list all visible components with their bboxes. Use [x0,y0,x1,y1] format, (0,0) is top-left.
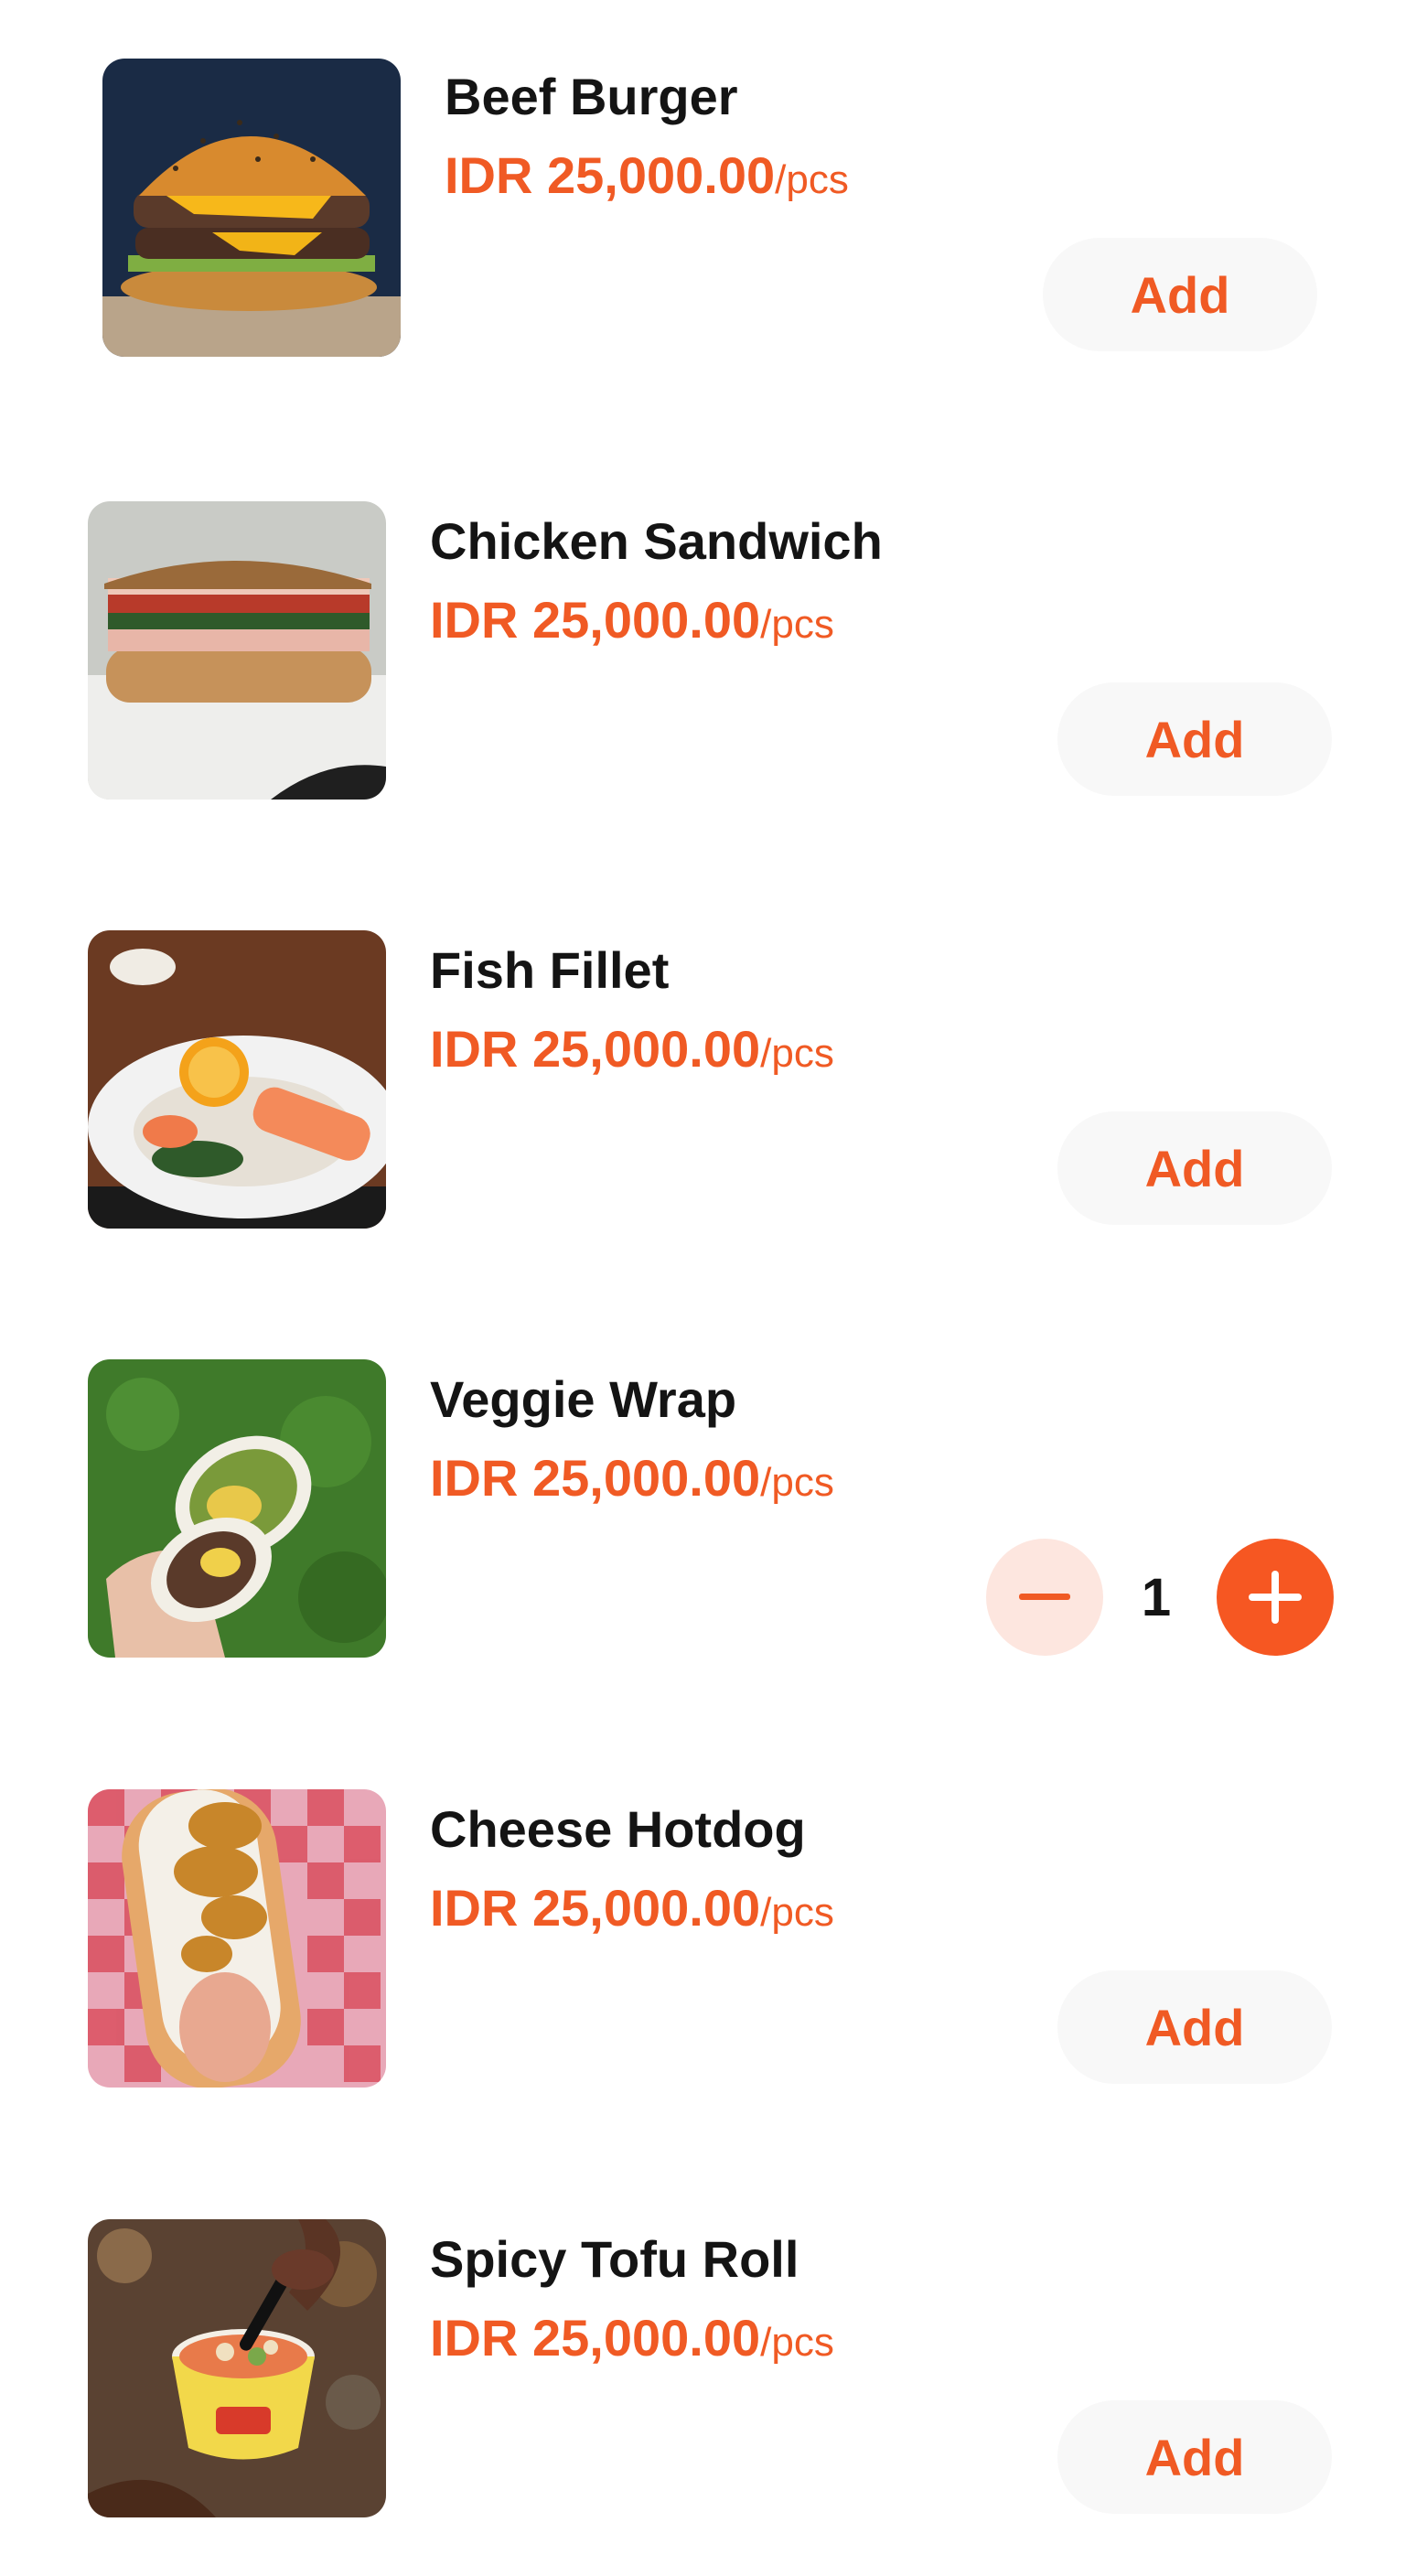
hotdog-image [88,1789,386,2088]
minus-icon [1019,1594,1070,1600]
burger-image [102,59,401,357]
item-price: IDR 25,000.00/pcs [430,595,834,646]
sandwich-image [88,501,386,800]
item-name: Spicy Tofu Roll [430,2230,799,2288]
tofu-bowl-image [88,2219,386,2517]
menu-item-beef-burger: Beef Burger IDR 25,000.00/pcs Add [0,57,1427,359]
add-button[interactable]: Add [1057,682,1332,796]
quantity-value: 1 [1141,1568,1172,1627]
price-unit: /pcs [760,2320,834,2365]
price-unit: /pcs [760,602,834,647]
fish-fillet-image [88,930,386,1229]
menu-item-veggie-wrap: Veggie Wrap IDR 25,000.00/pcs 1 [0,1359,1427,1661]
price-unit: /pcs [760,1460,834,1505]
add-button[interactable]: Add [1057,1970,1332,2084]
price-unit: /pcs [760,1031,834,1076]
add-button[interactable]: Add [1043,238,1317,351]
price-amount: IDR 25,000.00 [430,591,761,649]
plus-icon [1249,1571,1302,1624]
item-price: IDR 25,000.00/pcs [430,2313,834,2364]
add-button[interactable]: Add [1057,2400,1332,2514]
item-name: Veggie Wrap [430,1370,737,1428]
menu-item-fish-fillet: Fish Fillet IDR 25,000.00/pcs Add [0,930,1427,1232]
item-price: IDR 25,000.00/pcs [430,1453,834,1504]
item-price: IDR 25,000.00/pcs [430,1883,834,1934]
item-price: IDR 25,000.00/pcs [445,150,849,201]
price-unit: /pcs [760,1890,834,1935]
menu-item-cheese-hotdog: Cheese Hotdog IDR 25,000.00/pcs Add [0,1789,1427,2091]
decrease-quantity-button[interactable] [986,1539,1103,1656]
item-name: Fish Fillet [430,941,670,999]
price-amount: IDR 25,000.00 [430,1879,761,1937]
wrap-image [88,1359,386,1658]
price-amount: IDR 25,000.00 [430,1449,761,1507]
menu-item-spicy-tofu-roll: Spicy Tofu Roll IDR 25,000.00/pcs Add [0,2219,1427,2521]
add-button[interactable]: Add [1057,1111,1332,1225]
item-price: IDR 25,000.00/pcs [430,1024,834,1075]
item-name: Beef Burger [445,68,738,125]
price-amount: IDR 25,000.00 [430,1020,761,1078]
increase-quantity-button[interactable] [1217,1539,1334,1656]
price-amount: IDR 25,000.00 [445,146,776,204]
item-name: Chicken Sandwich [430,512,883,570]
item-name: Cheese Hotdog [430,1800,806,1858]
menu-item-chicken-sandwich: Chicken Sandwich IDR 25,000.00/pcs Add [0,501,1427,803]
price-unit: /pcs [775,157,849,202]
price-amount: IDR 25,000.00 [430,2309,761,2367]
